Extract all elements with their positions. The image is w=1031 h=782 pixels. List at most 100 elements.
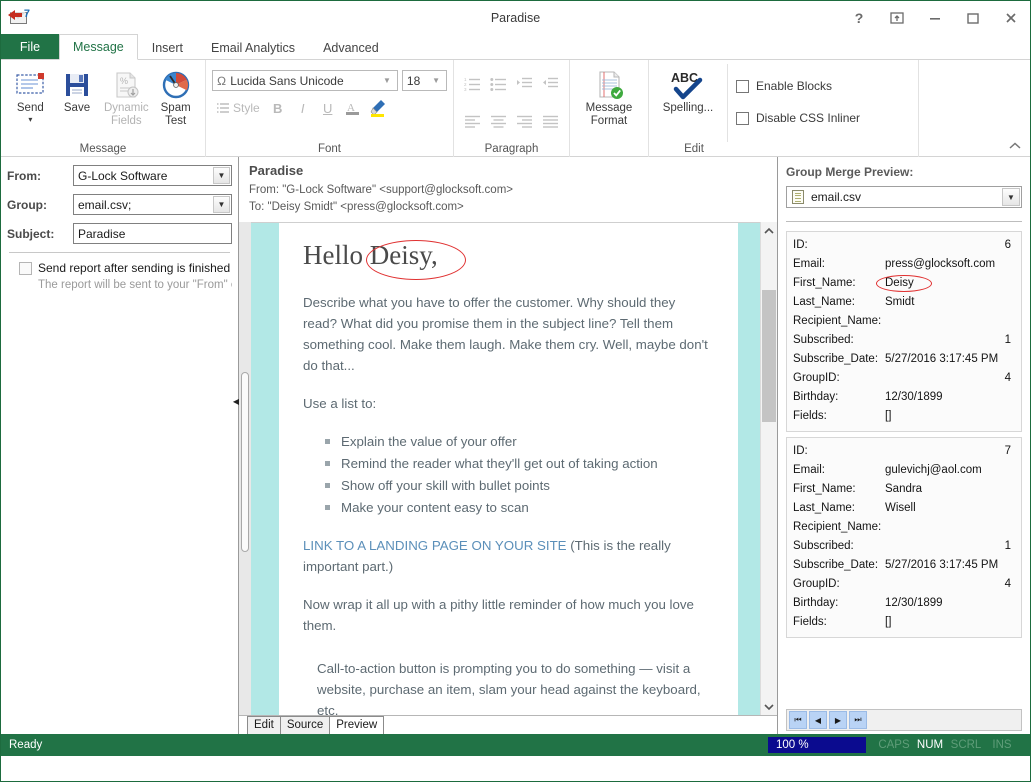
ribbon-group-paragraph: 1 2 3 Paragraph — [453, 60, 569, 157]
chevron-down-icon[interactable]: ▼ — [213, 167, 230, 184]
last-record-button[interactable]: ⏭ — [849, 711, 867, 729]
first-record-button[interactable]: ⏮ — [789, 711, 807, 729]
bold-button[interactable]: B — [267, 97, 289, 119]
align-center-icon[interactable] — [488, 110, 510, 132]
list-item: Explain the value of your offer — [325, 431, 712, 452]
previous-record-button[interactable]: ◀ — [809, 711, 827, 729]
disable-css-inliner-checkbox-box[interactable] — [736, 111, 749, 125]
tab-edit[interactable]: Edit — [247, 716, 281, 734]
align-justify-icon[interactable] — [539, 110, 561, 132]
editor-left-scrollbar[interactable] — [239, 222, 251, 715]
message-format-button[interactable]: Message Format — [576, 64, 642, 128]
restore-ribbon-button[interactable] — [878, 1, 916, 34]
close-button[interactable] — [992, 1, 1030, 34]
chevron-down-icon[interactable]: ▼ — [428, 76, 444, 85]
record-label-email: Email: — [793, 464, 825, 476]
tab-preview[interactable]: Preview — [329, 716, 385, 734]
chevron-down-icon[interactable]: ▼ — [379, 76, 395, 85]
svg-text:3: 3 — [464, 87, 467, 91]
font-color-button[interactable]: A — [342, 97, 364, 119]
record-label-recipient-name: Recipient_Name: — [793, 315, 882, 327]
align-right-icon[interactable] — [514, 110, 536, 132]
mail-paragraph-2: Now wrap it all up with a pithy little r… — [303, 597, 694, 633]
mail-cta-paragraph: LINK TO A LANDING PAGE ON YOUR SITE (Thi… — [303, 535, 712, 577]
enable-blocks-label: Enable Blocks — [756, 79, 833, 93]
italic-button[interactable]: I — [292, 97, 314, 119]
tab-advanced[interactable]: Advanced — [309, 34, 393, 60]
align-left-icon[interactable] — [462, 110, 484, 132]
edit-divider — [727, 64, 728, 142]
subject-input[interactable]: Paradise — [73, 223, 232, 244]
table-row[interactable]: ID: 7 Email: gulevichj@aol.com First_Name:… — [786, 437, 1022, 638]
send-report-hint: The report will be sent to your "From" e… — [38, 279, 232, 291]
underline-button[interactable]: U — [317, 97, 339, 119]
list-item: Show off your skill with bullet points — [325, 475, 712, 496]
record-value-recipient-name — [885, 312, 1015, 331]
record-value-subscribed: 1 — [1004, 334, 1011, 346]
spam-test-button[interactable]: Spam Test — [152, 64, 199, 128]
help-button[interactable]: ? — [840, 1, 878, 34]
record-label-subscribe-date: Subscribe_Date: — [793, 559, 879, 571]
zoom-indicator[interactable]: 100 % — [768, 737, 866, 753]
numbered-list-icon[interactable]: 1 2 3 — [462, 72, 484, 94]
increase-indent-icon[interactable] — [514, 72, 536, 94]
record-label-last-name: Last_Name: — [793, 296, 856, 308]
chevron-down-icon[interactable]: ▼ — [213, 196, 230, 213]
spam-test-label: Spam Test — [160, 102, 191, 127]
font-size-combo[interactable]: 18 ▼ — [401, 70, 447, 91]
style-button[interactable]: Style — [212, 97, 264, 119]
enable-blocks-checkbox[interactable]: Enable Blocks — [736, 74, 860, 98]
email-preview-scrollbar-thumb[interactable] — [762, 290, 776, 422]
save-button[interactable]: Save — [54, 64, 101, 115]
bulleted-list-icon[interactable] — [488, 72, 510, 94]
group-value: email.csv; — [78, 197, 132, 212]
record-label-group-id: GroupID: — [793, 372, 840, 384]
mail-list-intro: Use a list to: — [303, 396, 377, 411]
svg-text:%: % — [120, 76, 128, 86]
mail-render-frame: Hello Deisy, Describe what you have to o… — [251, 222, 760, 715]
email-preview-scrollbar[interactable] — [760, 222, 777, 715]
from-field[interactable]: G-Lock Software ▼ — [73, 165, 232, 186]
collapse-ribbon-button[interactable] — [1008, 141, 1022, 154]
ribbon-tab-bar: File Message Insert Email Analytics Adva… — [1, 34, 1030, 60]
maximize-button[interactable] — [954, 1, 992, 34]
record-value-fields: [] — [885, 410, 892, 422]
enable-blocks-checkbox-box[interactable] — [736, 79, 749, 93]
record-label-birthday: Birthday: — [793, 391, 839, 403]
landing-page-link[interactable]: LINK TO A LANDING PAGE ON YOUR SITE — [303, 538, 567, 553]
highlight-button[interactable] — [367, 97, 389, 119]
tab-file[interactable]: File — [1, 34, 59, 60]
chevron-down-icon[interactable]: ▼ — [1002, 188, 1020, 206]
decrease-indent-icon[interactable] — [539, 72, 561, 94]
tab-source[interactable]: Source — [279, 716, 331, 734]
record-label-first-name: First_Name: — [793, 483, 856, 495]
editor-left-scrollbar-thumb[interactable] — [241, 372, 249, 552]
group-merge-preview-pane: Group Merge Preview: email.csv ▼ ID: 6 Em… — [778, 157, 1030, 734]
subject-label: Subject: — [7, 226, 55, 241]
tab-email-analytics[interactable]: Email Analytics — [197, 34, 309, 60]
minimize-button[interactable] — [916, 1, 954, 34]
group-field[interactable]: email.csv; ▼ — [73, 194, 232, 215]
ribbon-group-font-label: Font — [317, 143, 341, 155]
message-settings-pane: From: G-Lock Software ▼ Group: email.csv… — [1, 157, 239, 734]
send-button[interactable]: Send ▾ — [7, 64, 54, 124]
merge-source-combo[interactable]: email.csv ▼ — [786, 186, 1022, 208]
spelling-button[interactable]: ABC Spelling... — [655, 64, 721, 115]
tab-message[interactable]: Message — [59, 34, 138, 60]
disable-css-inliner-checkbox[interactable]: Disable CSS Inliner — [736, 106, 860, 130]
scroll-up-icon[interactable] — [761, 222, 777, 239]
table-row[interactable]: ID: 6 Email: press@glocksoft.com First_Nam… — [786, 231, 1022, 432]
next-record-button[interactable]: ▶ — [829, 711, 847, 729]
scroll-down-icon[interactable] — [761, 698, 777, 715]
send-report-checkbox[interactable]: Send report after sending is finished — [7, 261, 232, 275]
font-name-combo[interactable]: Ω Lucida Sans Unicode ▼ — [212, 70, 398, 91]
send-report-checkbox-box[interactable] — [19, 262, 32, 275]
record-label-subscribed: Subscribed: — [793, 334, 854, 346]
send-caret-icon[interactable]: ▾ — [28, 116, 32, 124]
tab-insert[interactable]: Insert — [138, 34, 197, 60]
list-item: Make your content easy to scan — [325, 497, 712, 518]
dynamic-fields-button[interactable]: % Dynamic Fields — [100, 64, 152, 128]
gauge-icon — [161, 68, 191, 102]
record-label-id: ID: — [793, 445, 808, 457]
record-value-subscribed: 1 — [1004, 540, 1011, 552]
